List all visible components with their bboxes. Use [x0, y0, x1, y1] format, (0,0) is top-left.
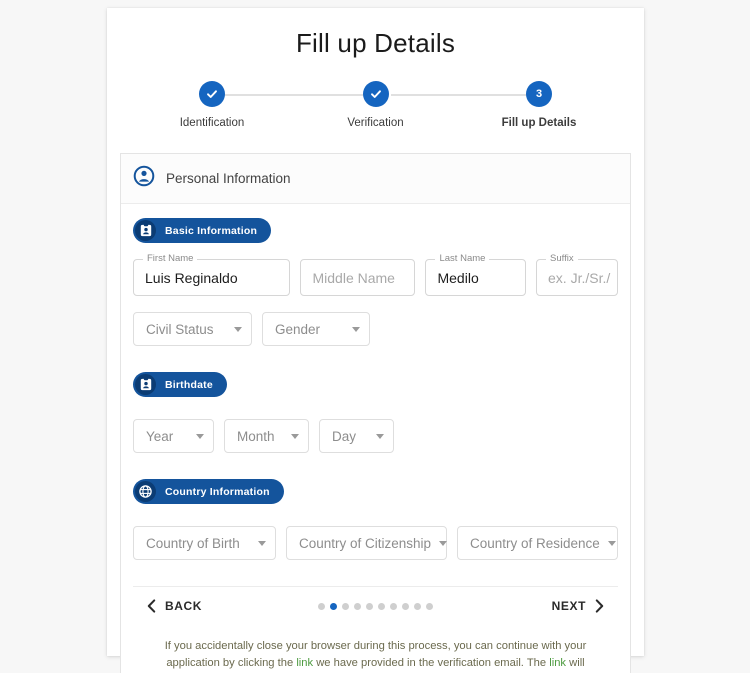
registration-card: Fill up Details Identification Verificat… [107, 8, 644, 673]
step-label-verification: Verification [347, 117, 404, 129]
middle-name-field[interactable]: Middle Name [300, 259, 416, 296]
check-icon [207, 90, 217, 98]
country-of-birth-value: Country of Birth [146, 535, 240, 551]
first-name-value: Luis Reginaldo [145, 269, 238, 286]
suffix-placeholder: ex. Jr./Sr./ [548, 269, 611, 286]
civil-status-select[interactable]: Civil Status [133, 312, 252, 346]
civil-gender-row: Civil Status Gender [133, 312, 618, 346]
chevron-down-icon [291, 433, 299, 439]
step-dot[interactable] [378, 602, 385, 610]
last-name-field[interactable]: Last Name Medilo [425, 254, 526, 296]
chevron-down-icon [196, 433, 204, 439]
disclaimer-part-2: we have provided in the verification ema… [313, 656, 550, 669]
chevron-down-icon [376, 433, 384, 439]
first-name-field[interactable]: First Name Luis Reginaldo [133, 254, 291, 296]
wizard-navigation: BACK NEXT [133, 586, 618, 626]
chevron-right-icon [595, 599, 604, 613]
name-fields-row: First Name Luis Reginaldo Middle Name La… [133, 254, 618, 296]
disclaimer-link-1[interactable]: link [296, 657, 313, 669]
step-indicator-identification [199, 81, 225, 107]
step-indicator-verification [362, 81, 389, 107]
birth-month-value: Month [237, 428, 275, 444]
country-of-residence-value: Country of Residence [470, 535, 600, 551]
panel-header: Personal Information [121, 154, 630, 204]
step-dot[interactable] [402, 602, 409, 610]
suffix-field[interactable]: Suffix ex. Jr./Sr./ [536, 254, 618, 296]
birth-day-value: Day [332, 428, 357, 444]
step-indicator-fill-up-details: 3 [526, 81, 552, 107]
chevron-down-icon [234, 326, 242, 332]
section-badge-birthdate: Birthdate [133, 372, 227, 397]
check-icon [370, 90, 381, 98]
panel-body: Basic Information First Name Luis Regina… [121, 204, 630, 673]
next-button[interactable]: NEXT [552, 599, 604, 613]
step-dot-active[interactable] [330, 602, 337, 610]
birthdate-fields-row: Year Month Day [133, 419, 618, 453]
page-title: Fill up Details [295, 28, 456, 58]
last-name-value: Medilo [437, 269, 479, 286]
step-dots [133, 602, 618, 610]
stepper-step-fill-up-details[interactable]: 3 Fill up Details [487, 81, 591, 129]
section-badge-basic-information: Basic Information [133, 218, 272, 243]
step-dot[interactable] [366, 602, 373, 610]
section-badge-country-information: Country Information [133, 479, 284, 504]
id-card-icon [135, 220, 156, 241]
stepper-step-identification[interactable]: Identification [160, 81, 264, 129]
id-card-icon [135, 374, 156, 395]
next-button-label: NEXT [551, 599, 586, 613]
back-button[interactable]: BACK [147, 599, 202, 613]
chevron-down-icon [258, 540, 266, 546]
gender-value: Gender [275, 321, 321, 337]
country-of-citizenship-select[interactable]: Country of Citizenship [286, 526, 448, 560]
last-name-label: Last Name [435, 254, 490, 264]
suffix-label: Suffix [546, 254, 578, 264]
person-circle-icon [133, 165, 155, 192]
step-label-identification: Identification [179, 117, 245, 129]
country-fields-row: Country of Birth Country of Citizenship … [133, 526, 618, 560]
birth-month-select[interactable]: Month [224, 419, 309, 453]
section-badge-label: Birthdate [165, 378, 213, 391]
step-label-fill-up-details: Fill up Details [501, 117, 577, 129]
step-dot[interactable] [414, 602, 421, 610]
country-of-citizenship-value: Country of Citizenship [299, 535, 432, 551]
chevron-down-icon [439, 540, 448, 546]
first-name-label: First Name [143, 254, 198, 264]
step-dot[interactable] [342, 602, 349, 610]
step-dot[interactable] [318, 602, 325, 610]
country-information-section: Country Information Country of Birth Cou… [133, 479, 618, 560]
birth-year-value: Year [146, 428, 174, 444]
civil-status-value: Civil Status [146, 321, 214, 337]
middle-name-placeholder: Middle Name [312, 269, 395, 286]
progress-stepper: Identification Verification 3 Fill up De… [160, 81, 591, 137]
step-dot[interactable] [390, 602, 397, 610]
chevron-down-icon [352, 326, 360, 332]
country-of-residence-select[interactable]: Country of Residence [457, 526, 618, 560]
step-dot[interactable] [426, 602, 433, 610]
birth-year-select[interactable]: Year [133, 419, 214, 453]
globe-icon [135, 481, 156, 502]
gender-select[interactable]: Gender [262, 312, 370, 346]
chevron-left-icon [147, 599, 156, 613]
personal-information-panel: Personal Information Basic Information F… [120, 153, 631, 673]
disclaimer-link-2[interactable]: link [549, 657, 566, 669]
app-root: Fill up Details Identification Verificat… [0, 0, 750, 673]
section-badge-label: Basic Information [165, 224, 258, 237]
panel-title: Personal Information [166, 171, 291, 186]
country-of-birth-select[interactable]: Country of Birth [133, 526, 276, 560]
section-badge-label: Country Information [165, 485, 270, 498]
birthdate-section: Birthdate Year Month Day [133, 372, 618, 453]
step-dot[interactable] [354, 602, 361, 610]
disclaimer-text: If you accidentally close your browser d… [149, 638, 602, 673]
birth-day-select[interactable]: Day [319, 419, 394, 453]
chevron-down-icon [607, 540, 616, 546]
stepper-step-verification[interactable]: Verification [324, 81, 428, 129]
back-button-label: BACK [165, 599, 203, 613]
